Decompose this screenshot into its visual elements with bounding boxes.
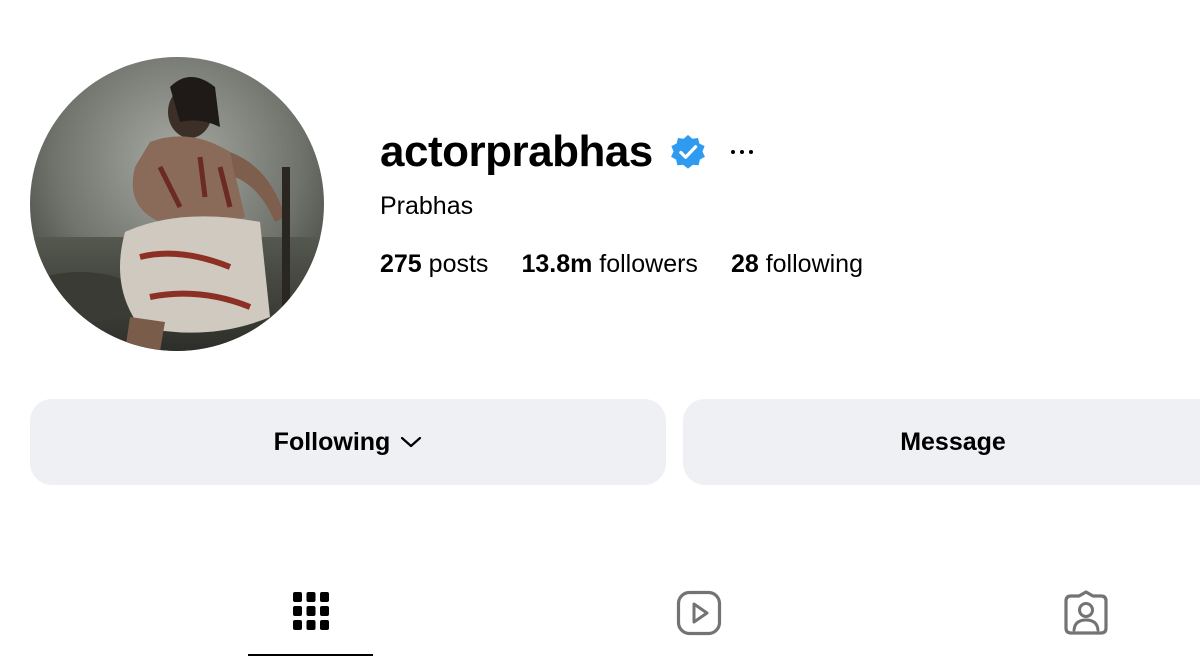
verified-badge-icon — [670, 134, 705, 169]
display-name: Prabhas — [380, 192, 474, 220]
profile-stats: 275 posts 13.8m followers 28 following — [380, 250, 896, 279]
reels-icon — [676, 590, 721, 636]
message-button[interactable]: Message — [683, 399, 1200, 485]
tab-tagged[interactable] — [1023, 582, 1148, 657]
followers-label: followers — [599, 250, 698, 278]
following-button-label: Following — [273, 427, 391, 456]
profile-page: actorprabhas Prabhas 275 posts 13.8m fol… — [0, 0, 1200, 657]
username-row: actorprabhas — [380, 122, 753, 182]
tagged-icon — [1063, 590, 1108, 635]
grid-icon — [292, 592, 329, 630]
posts-label: posts — [428, 250, 489, 278]
posts-count[interactable]: 275 posts — [380, 250, 488, 279]
message-button-label: Message — [900, 427, 1006, 456]
following-value: 28 — [730, 250, 759, 278]
posts-value: 275 — [380, 250, 422, 278]
avatar-image — [30, 57, 324, 351]
avatar[interactable] — [30, 57, 324, 351]
followers-count[interactable]: 13.8m followers — [521, 250, 698, 279]
following-button[interactable]: Following — [30, 399, 666, 485]
tab-reels[interactable] — [636, 582, 761, 657]
followers-value: 13.8m — [521, 250, 593, 278]
username: actorprabhas — [380, 127, 653, 176]
following-count[interactable]: 28 following — [731, 250, 863, 279]
tab-posts-grid[interactable] — [248, 582, 373, 657]
chevron-down-icon — [401, 436, 422, 448]
following-label: following — [765, 250, 863, 278]
more-options-icon[interactable] — [730, 147, 753, 157]
